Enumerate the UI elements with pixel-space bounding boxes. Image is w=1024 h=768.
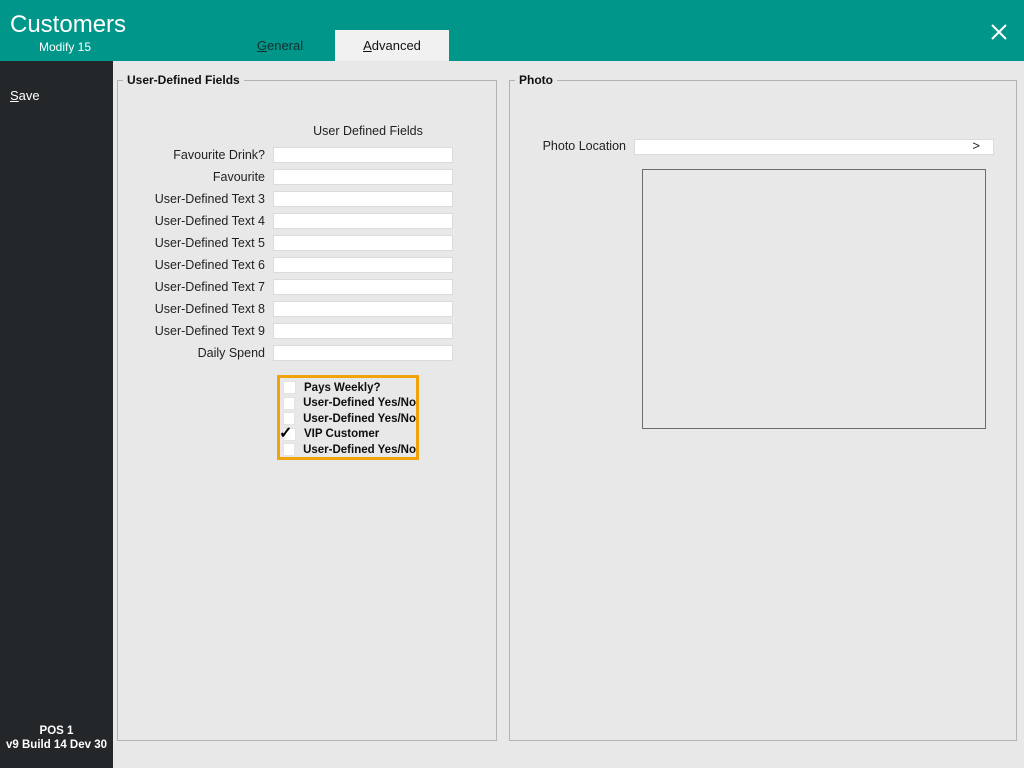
checkbox-row: ✓ Pays Weekly? — [280, 380, 416, 396]
user-defined-text-5-input[interactable] — [273, 235, 453, 251]
field-row: Favourite — [131, 166, 453, 188]
field-label: User-Defined Text 8 — [154, 302, 265, 316]
favourite-input[interactable] — [273, 169, 453, 185]
field-label: User-Defined Text 7 — [154, 280, 265, 294]
title-bar: Customers Modify 15 General Advanced — [0, 0, 1024, 61]
daily-spend-input[interactable] — [273, 345, 453, 361]
field-row: User-Defined Text 9 — [131, 320, 453, 342]
checkbox-group-highlight: ✓ Pays Weekly? ✓ User-Defined Yes/No ✓ U… — [277, 375, 419, 460]
checkbox-label: VIP Customer — [304, 428, 380, 441]
user-defined-text-7-input[interactable] — [273, 279, 453, 295]
photo-group: Photo Photo Location > — [509, 73, 1017, 741]
favourite-drink-input[interactable] — [273, 147, 453, 163]
field-row: User-Defined Text 7 — [131, 276, 453, 298]
field-label: Favourite — [212, 170, 265, 184]
tab-general[interactable]: General — [225, 30, 335, 61]
field-label: User-Defined Text 9 — [154, 324, 265, 338]
field-row: User-Defined Text 3 — [131, 188, 453, 210]
field-rows: Favourite Drink? Favourite User-Defined … — [131, 144, 453, 364]
tab-general-label: General — [256, 38, 304, 53]
user-defined-text-8-input[interactable] — [273, 301, 453, 317]
field-row: User-Defined Text 8 — [131, 298, 453, 320]
pays-weekly-checkbox[interactable] — [283, 381, 296, 395]
checkbox-row: ✓ VIP Customer — [279, 425, 416, 443]
checkbox-label: User-Defined Yes/No — [303, 397, 416, 410]
save-button[interactable]: Save — [10, 88, 40, 103]
photo-location-label: Photo Location — [542, 139, 626, 153]
user-defined-yesno-3-checkbox[interactable] — [283, 443, 296, 457]
photo-preview-area — [642, 169, 986, 429]
user-defined-yesno-1-checkbox[interactable] — [283, 396, 296, 410]
field-row: Daily Spend — [131, 342, 453, 364]
sidebar: Save POS 1 v9 Build 14 Dev 30 — [0, 61, 113, 768]
user-defined-text-6-input[interactable] — [273, 257, 453, 273]
terminal-name: POS 1 — [39, 725, 74, 737]
browse-photo-button[interactable]: > — [972, 138, 980, 154]
page-title: Customers — [10, 11, 127, 38]
page-subtitle: Modify 15 — [38, 40, 92, 54]
checkbox-label: User-Defined Yes/No — [303, 412, 416, 425]
user-defined-fields-group-title: User-Defined Fields — [123, 73, 244, 87]
version-label: v9 Build 14 Dev 30 — [6, 739, 107, 751]
field-label: Favourite Drink? — [173, 148, 265, 162]
photo-location-field-wrap: > — [634, 138, 994, 155]
customers-window: Customers Modify 15 General Advanced Sav… — [0, 0, 1024, 768]
close-button[interactable] — [986, 21, 1012, 47]
photo-group-title: Photo — [515, 73, 557, 87]
pos-info: POS 1 v9 Build 14 Dev 30 — [0, 724, 113, 752]
user-defined-text-9-input[interactable] — [273, 323, 453, 339]
checkbox-row: ✓ User-Defined Yes/No — [280, 442, 416, 458]
tab-advanced[interactable]: Advanced — [335, 30, 449, 61]
user-defined-text-3-input[interactable] — [273, 191, 453, 207]
user-defined-fields-group: User-Defined Fields User Defined Fields … — [117, 73, 497, 741]
field-row: Favourite Drink? — [131, 144, 453, 166]
field-row: User-Defined Text 4 — [131, 210, 453, 232]
field-label: User-Defined Text 6 — [154, 258, 265, 272]
field-label: User-Defined Text 4 — [154, 214, 265, 228]
column-header: User Defined Fields — [313, 124, 423, 138]
photo-location-row: Photo Location > — [510, 137, 994, 155]
close-icon — [988, 21, 1010, 48]
checkbox-row: ✓ User-Defined Yes/No — [280, 396, 416, 412]
photo-location-input[interactable] — [634, 139, 994, 155]
checkbox-label: Pays Weekly? — [304, 381, 381, 394]
check-icon: ✓ — [279, 424, 293, 442]
checkbox-row: ✓ User-Defined Yes/No — [280, 411, 416, 427]
field-label: User-Defined Text 3 — [154, 192, 265, 206]
checkbox-label: User-Defined Yes/No — [303, 443, 416, 456]
tab-advanced-label: Advanced — [363, 38, 421, 53]
field-row: User-Defined Text 6 — [131, 254, 453, 276]
field-label: Daily Spend — [197, 346, 265, 360]
user-defined-text-4-input[interactable] — [273, 213, 453, 229]
field-row: User-Defined Text 5 — [131, 232, 453, 254]
field-label: User-Defined Text 5 — [154, 236, 265, 250]
